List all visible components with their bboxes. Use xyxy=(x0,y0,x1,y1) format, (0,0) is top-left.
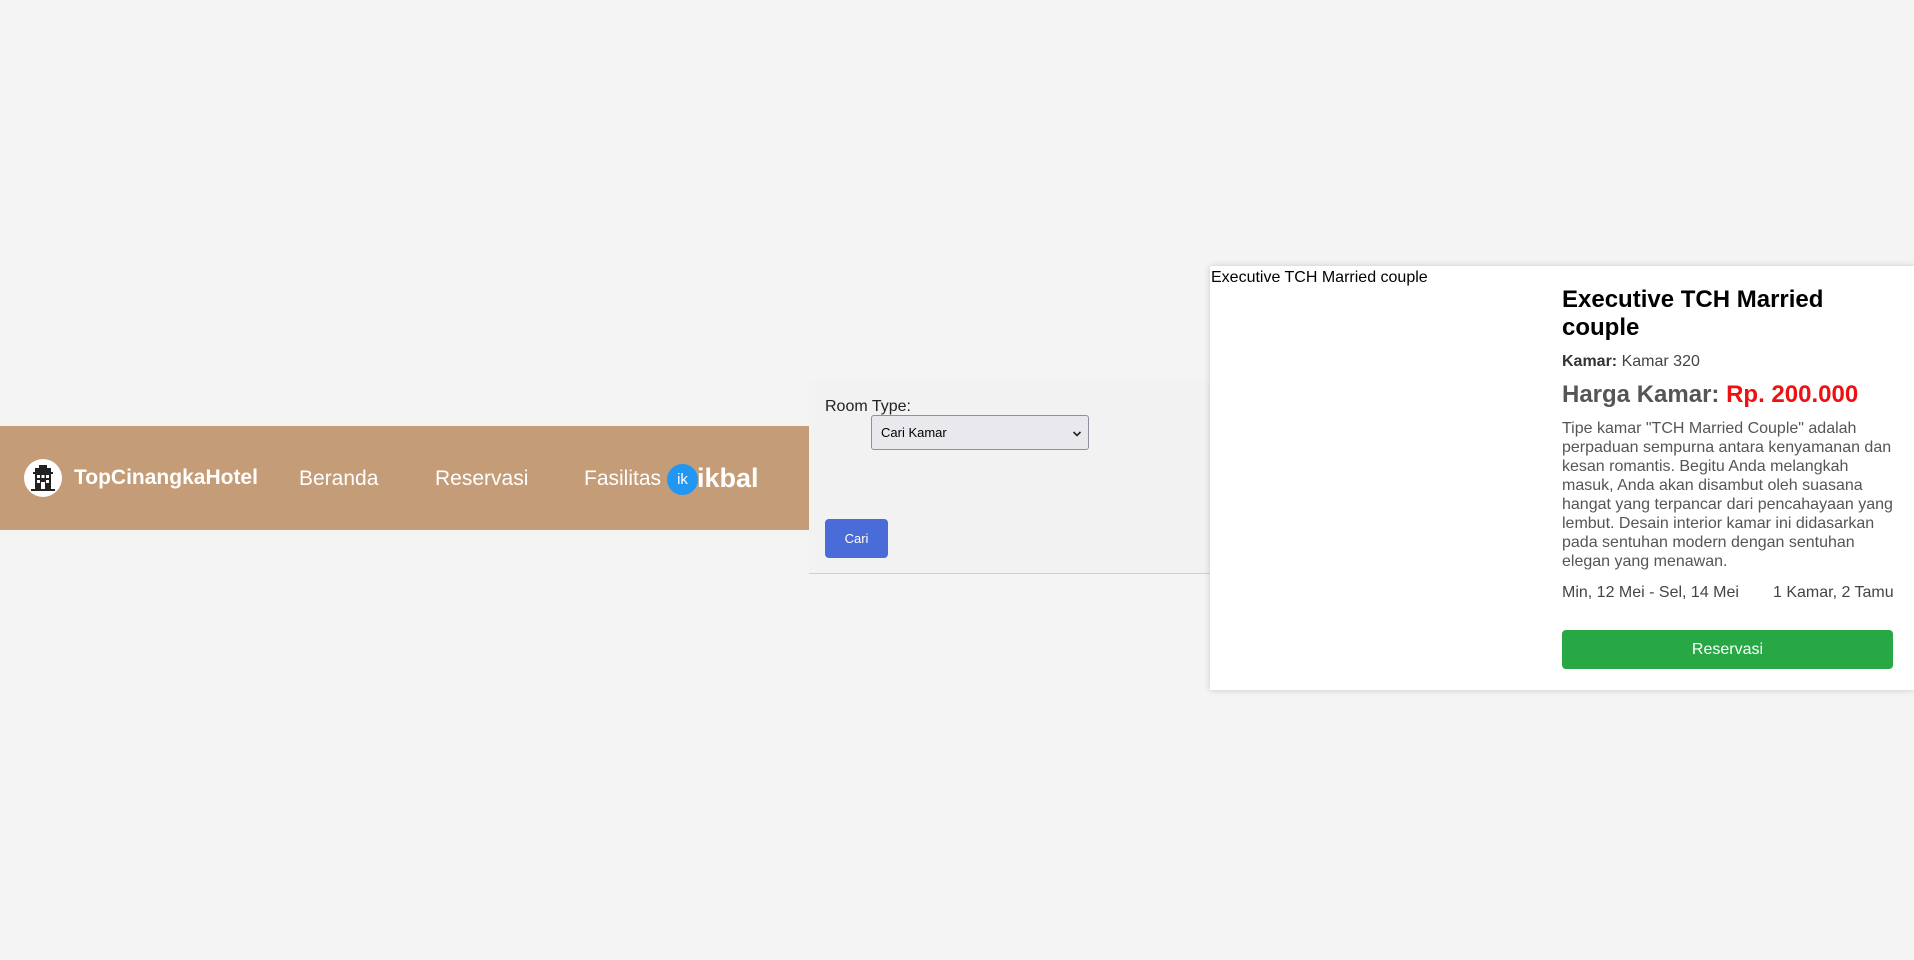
room-price: Harga Kamar: Rp. 200.000 xyxy=(1562,380,1858,410)
room-type-label: Room Type: xyxy=(825,398,911,415)
room-card: Executive TCH Married couple Executive T… xyxy=(1210,266,1914,690)
username[interactable]: ikbal xyxy=(697,462,759,494)
room-guests: 1 Kamar, 2 Tamu xyxy=(1773,584,1894,601)
room-type-select-value: Cari Kamar xyxy=(881,425,947,440)
room-search-panel: Room Type: Cari Kamar Cari xyxy=(809,381,1211,574)
room-price-value: Rp. 200.000 xyxy=(1726,381,1859,408)
user-avatar[interactable]: ik xyxy=(667,464,698,495)
room-image: Executive TCH Married couple xyxy=(1211,269,1428,286)
nav-link-fasilitas[interactable]: Fasilitas xyxy=(584,466,661,492)
nav-link-reservasi[interactable]: Reservasi xyxy=(435,466,528,492)
hotel-building-icon-graphic xyxy=(31,465,55,491)
search-button[interactable]: Cari xyxy=(825,519,888,558)
chevron-down-icon xyxy=(1072,427,1082,442)
nav-link-beranda[interactable]: Beranda xyxy=(299,466,378,492)
top-navbar: TopCinangkaHotel Beranda Reservasi Fasil… xyxy=(0,426,809,530)
room-number-value: Kamar 320 xyxy=(1621,353,1700,370)
hotel-building-icon[interactable] xyxy=(24,459,62,497)
reserve-button[interactable]: Reservasi xyxy=(1562,630,1893,669)
room-description: Tipe kamar "TCH Married Couple" adalah p… xyxy=(1562,420,1893,570)
room-type-select[interactable]: Cari Kamar xyxy=(871,415,1089,450)
room-title: Executive TCH Married couple xyxy=(1562,286,1824,341)
stay-dates: Min, 12 Mei - Sel, 14 Mei xyxy=(1562,584,1739,601)
room-number: Kamar: Kamar 320 xyxy=(1562,352,1700,372)
room-number-label: Kamar: xyxy=(1562,353,1618,370)
room-price-label: Harga Kamar: xyxy=(1562,381,1720,408)
brand-name[interactable]: TopCinangkaHotel xyxy=(74,465,258,491)
